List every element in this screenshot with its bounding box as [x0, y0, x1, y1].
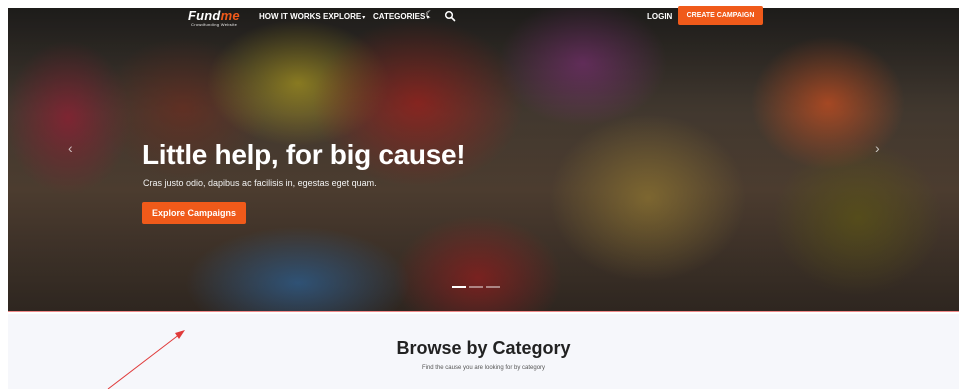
nav-explore[interactable]: EXPLORE▾: [323, 12, 365, 21]
explore-campaigns-button[interactable]: Explore Campaigns: [142, 202, 246, 224]
login-link[interactable]: LOGIN: [647, 12, 672, 21]
section-title: Browse by Category: [396, 338, 571, 358]
carousel-dot[interactable]: [486, 286, 500, 288]
nav-categories[interactable]: CATEGORIES▾: [373, 12, 429, 21]
hero-headline: Little help, for big cause!: [142, 139, 466, 170]
chevron-right-icon[interactable]: ›: [875, 140, 880, 156]
carousel-dot[interactable]: [452, 286, 466, 288]
create-campaign-button[interactable]: CREATE CAMPAIGN: [678, 6, 763, 25]
hero-subtext: Cras justo odio, dapibus ac facilisis in…: [143, 178, 377, 188]
chevron-left-icon[interactable]: ‹: [68, 140, 73, 156]
search-icon[interactable]: [444, 10, 456, 22]
browse-category-section: Browse by Category Find the cause you ar…: [8, 314, 959, 389]
highlight-border: [8, 311, 959, 312]
carousel-dot[interactable]: [469, 286, 483, 288]
moon-icon[interactable]: ☾: [425, 10, 434, 21]
logo[interactable]: Fundme: [188, 8, 240, 23]
nav-how-it-works[interactable]: HOW IT WORKS: [259, 12, 321, 21]
logo-tagline: Crowdfunding Website: [191, 22, 238, 27]
section-subtitle: Find the cause you are looking for by ca…: [421, 365, 546, 371]
chevron-down-icon: ▾: [362, 15, 366, 21]
carousel-indicators: [452, 286, 500, 288]
